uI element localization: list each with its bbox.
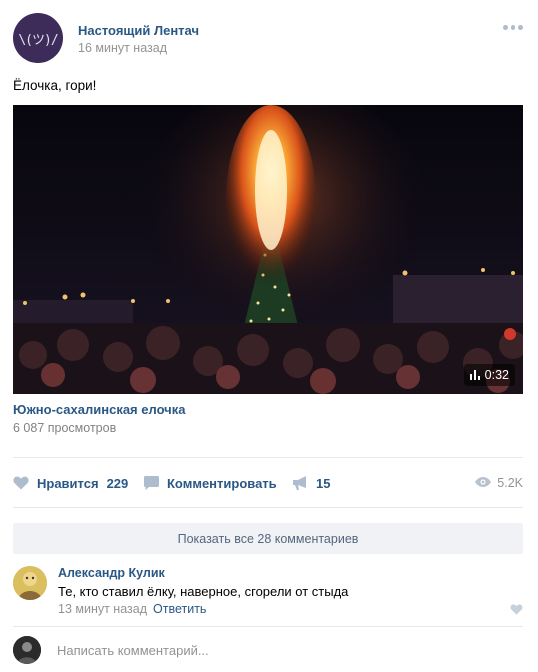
commenter-avatar[interactable]	[13, 566, 47, 600]
comment-icon	[144, 476, 159, 490]
comment-meta: 13 минут назад Ответить	[58, 602, 206, 616]
divider	[13, 507, 523, 508]
post-header: \(ツ)/ Настоящий Лентач 16 минут назад	[13, 13, 525, 65]
comment-label: Комментировать	[167, 475, 277, 491]
reply-button[interactable]: Ответить	[153, 602, 206, 616]
post-text: Ёлочка, гори!	[13, 78, 97, 93]
video-thumbnail	[13, 105, 523, 394]
video-duration: 0:32	[484, 368, 509, 382]
comment-heart-icon[interactable]	[510, 603, 523, 618]
comment-time[interactable]: 13 минут назад	[58, 602, 147, 616]
like-button[interactable]: Нравится 229	[13, 468, 128, 498]
post-actions: Нравится 229 Комментировать 15 5.2K	[13, 468, 525, 498]
views-count: 5.2K	[497, 476, 523, 490]
video-quality-icon	[469, 370, 480, 380]
comment-button[interactable]: Комментировать	[144, 468, 277, 498]
write-comment: Написать комментарий...	[13, 636, 525, 666]
show-all-comments-button[interactable]: Показать все 28 комментариев	[13, 523, 523, 554]
divider	[13, 457, 523, 458]
like-count: 229	[106, 475, 129, 491]
video-views: 6 087 просмотров	[13, 421, 117, 435]
heart-icon	[13, 476, 29, 490]
post-author[interactable]: Настоящий Лентач	[78, 23, 199, 38]
views-stat: 5.2K	[475, 468, 523, 498]
video-duration-badge: 0:32	[463, 364, 515, 386]
megaphone-icon	[292, 476, 308, 490]
avatar-glyph: \(ツ)/	[18, 32, 58, 48]
post-time[interactable]: 16 минут назад	[78, 41, 167, 55]
eye-icon	[475, 476, 492, 490]
comment-author[interactable]: Александр Кулик	[58, 566, 165, 580]
share-count: 15	[316, 475, 331, 491]
comment-item: Александр Кулик Те, кто ставил ёлку, нав…	[13, 566, 525, 622]
comment-text: Те, кто ставил ёлку, наверное, сгорели о…	[58, 584, 349, 599]
share-button[interactable]: 15	[292, 468, 330, 498]
video-title[interactable]: Южно-сахалинская елочка	[13, 402, 185, 417]
divider	[13, 626, 523, 627]
video-player[interactable]: 0:32	[13, 105, 523, 394]
user-avatar	[13, 636, 41, 664]
like-label: Нравится	[37, 475, 99, 491]
comment-input[interactable]: Написать комментарий...	[57, 643, 209, 658]
more-options-icon[interactable]	[503, 25, 524, 33]
community-avatar[interactable]: \(ツ)/	[13, 13, 63, 63]
